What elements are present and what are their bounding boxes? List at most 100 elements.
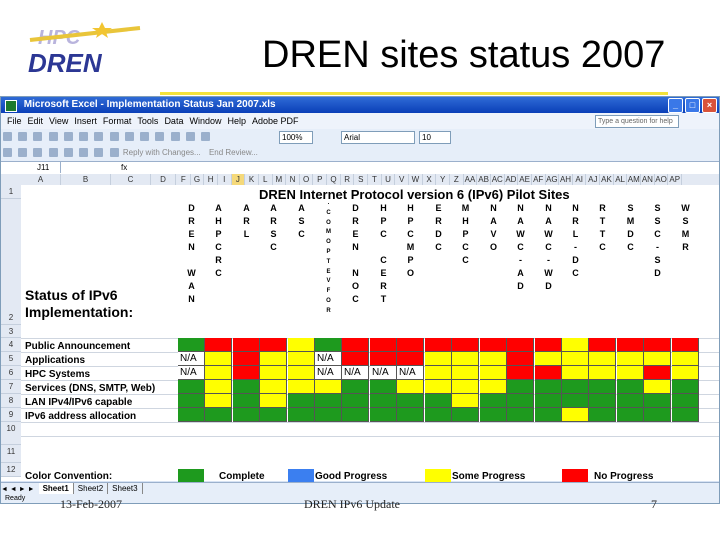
status-cell[interactable] <box>589 366 616 380</box>
status-cell[interactable] <box>397 394 424 408</box>
status-cell[interactable] <box>288 338 315 352</box>
row-header-7[interactable]: 7 <box>1 380 21 394</box>
status-cell[interactable] <box>452 408 479 422</box>
menu-edit[interactable]: Edit <box>28 116 44 126</box>
status-cell[interactable] <box>288 366 315 380</box>
status-cell[interactable] <box>672 380 699 394</box>
status-cell[interactable] <box>397 352 424 366</box>
status-cell[interactable] <box>672 366 699 380</box>
sheet-nav-arrows[interactable]: ◄ ◄ ► ► <box>1 486 35 493</box>
sort-icon[interactable] <box>185 132 195 141</box>
spreadsheet-grid[interactable]: DREN Internet Protocol version 6 (IPv6) … <box>1 185 719 482</box>
status-cell[interactable] <box>562 380 589 394</box>
status-cell[interactable] <box>480 352 507 366</box>
status-cell[interactable] <box>452 394 479 408</box>
status-cell[interactable] <box>644 408 671 422</box>
status-cell[interactable] <box>342 338 369 352</box>
status-cell[interactable] <box>617 366 644 380</box>
status-cell[interactable] <box>260 380 287 394</box>
column-header-d[interactable]: D <box>151 174 176 185</box>
status-cell[interactable] <box>233 338 260 352</box>
status-cell[interactable] <box>672 352 699 366</box>
status-cell[interactable] <box>425 352 452 366</box>
status-cell[interactable] <box>589 394 616 408</box>
menu-format[interactable]: Format <box>103 116 132 126</box>
status-cell[interactable] <box>672 394 699 408</box>
status-cell[interactable]: N/A <box>370 366 397 380</box>
paste-icon[interactable] <box>124 132 134 141</box>
column-header-af[interactable]: AF <box>532 174 546 185</box>
row-header-4[interactable]: 4 <box>1 338 21 352</box>
row-header-6[interactable]: 6 <box>1 366 21 380</box>
menu-adobe-pdf[interactable]: Adobe PDF <box>252 116 299 126</box>
status-cell[interactable] <box>288 380 315 394</box>
maximize-button[interactable]: □ <box>685 98 700 113</box>
review-icon-1[interactable] <box>3 148 12 157</box>
status-cell[interactable] <box>233 352 260 366</box>
status-cell[interactable] <box>672 408 699 422</box>
status-cell[interactable] <box>425 394 452 408</box>
status-cell[interactable] <box>205 352 232 366</box>
status-cell[interactable] <box>178 338 205 352</box>
status-cell[interactable] <box>672 338 699 352</box>
status-cell[interactable] <box>480 366 507 380</box>
column-header-w[interactable]: W <box>409 174 423 185</box>
column-header-ai[interactable]: AI <box>573 174 587 185</box>
status-cell[interactable] <box>425 408 452 422</box>
save-icon[interactable] <box>33 132 43 141</box>
row-header-11[interactable]: 11 <box>1 445 21 463</box>
status-cell[interactable] <box>397 380 424 394</box>
status-cell[interactable] <box>178 380 205 394</box>
status-cell[interactable] <box>452 338 479 352</box>
status-cell[interactable] <box>507 338 534 352</box>
column-header-g[interactable]: G <box>191 174 205 185</box>
copy-icon[interactable] <box>109 132 119 141</box>
review-icon-4[interactable] <box>48 148 58 157</box>
status-cell[interactable] <box>617 352 644 366</box>
column-header-f[interactable]: F <box>177 174 191 185</box>
status-cell[interactable] <box>562 338 589 352</box>
status-cell[interactable] <box>288 408 315 422</box>
status-cell[interactable] <box>260 352 287 366</box>
status-cell[interactable] <box>535 380 562 394</box>
status-cell[interactable] <box>205 408 232 422</box>
status-cell[interactable] <box>507 352 534 366</box>
column-header-q[interactable]: Q <box>327 174 341 185</box>
status-cell[interactable] <box>425 338 452 352</box>
print-icon[interactable] <box>48 132 58 141</box>
status-cell[interactable] <box>260 338 287 352</box>
column-header-o[interactable]: O <box>300 174 314 185</box>
status-cell[interactable] <box>617 380 644 394</box>
menu-tools[interactable]: Tools <box>137 116 158 126</box>
status-cell[interactable] <box>315 408 342 422</box>
column-header-s[interactable]: S <box>354 174 369 185</box>
status-cell[interactable] <box>507 408 534 422</box>
status-cell[interactable] <box>233 380 260 394</box>
review-icon-6[interactable] <box>79 148 89 157</box>
status-cell[interactable] <box>535 338 562 352</box>
menu-insert[interactable]: Insert <box>74 116 97 126</box>
status-cell[interactable] <box>397 408 424 422</box>
column-header-z[interactable]: Z <box>450 174 464 185</box>
status-cell[interactable] <box>589 338 616 352</box>
fx-icon[interactable]: fx <box>121 162 127 174</box>
column-header-am[interactable]: AM <box>627 174 642 185</box>
review-icon-7[interactable] <box>94 148 104 157</box>
column-header-ao[interactable]: AO <box>655 174 669 185</box>
status-cell[interactable] <box>562 352 589 366</box>
status-cell[interactable] <box>507 380 534 394</box>
end-review-button[interactable]: End Review... <box>209 148 258 157</box>
status-cell[interactable] <box>178 394 205 408</box>
status-cell[interactable] <box>205 380 232 394</box>
row-header-1[interactable]: 1 <box>1 185 21 199</box>
column-header-ab[interactable]: AB <box>477 174 491 185</box>
column-header-x[interactable]: X <box>423 174 437 185</box>
status-cell[interactable] <box>205 394 232 408</box>
spelling-icon[interactable] <box>79 132 89 141</box>
status-cell[interactable] <box>480 380 507 394</box>
column-header-ag[interactable]: AG <box>546 174 560 185</box>
status-cell[interactable] <box>233 366 260 380</box>
column-header-p[interactable]: P <box>314 174 328 185</box>
row-header-8[interactable]: 8 <box>1 394 21 408</box>
review-icon-3[interactable] <box>33 148 43 157</box>
